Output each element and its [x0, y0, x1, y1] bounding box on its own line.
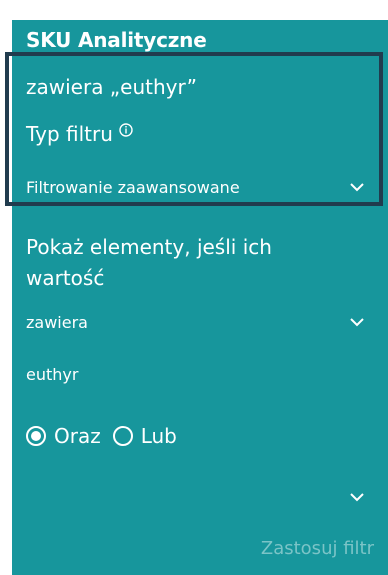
chevron-down-icon [350, 182, 364, 191]
and-radio[interactable] [26, 426, 46, 446]
or-radio-label[interactable]: Lub [141, 424, 177, 448]
apply-filter-button[interactable]: Zastosuj filtr [261, 538, 374, 559]
chevron-down-icon [350, 492, 364, 501]
condition-operator-dropdown[interactable]: zawiera [26, 307, 366, 337]
filter-type-dropdown[interactable]: Filtrowanie zaawansowane [26, 172, 366, 202]
or-radio[interactable] [112, 426, 133, 446]
condition-label: Pokaż elementy, jeśli ich wartość [26, 235, 272, 290]
info-icon[interactable] [119, 123, 133, 137]
filter-type-label: Typ filtru [26, 122, 113, 146]
filter-type-selected: Filtrowanie zaawansowane [26, 177, 240, 197]
chevron-down-icon [350, 317, 364, 326]
and-radio-label[interactable]: Oraz [54, 424, 101, 448]
filter-type-heading: Typ filtru [26, 122, 133, 146]
second-condition-dropdown[interactable] [26, 482, 366, 512]
condition-value-input[interactable]: euthyr [26, 365, 78, 384]
filter-card: SKU Analityczne zawiera „euthyr” Typ fil… [5, 20, 388, 575]
logic-radio-group: Oraz Lub [26, 424, 189, 448]
card-title: SKU Analityczne [26, 28, 207, 52]
filter-summary[interactable]: zawiera „euthyr” [26, 75, 197, 99]
condition-operator-selected: zawiera [26, 312, 88, 332]
